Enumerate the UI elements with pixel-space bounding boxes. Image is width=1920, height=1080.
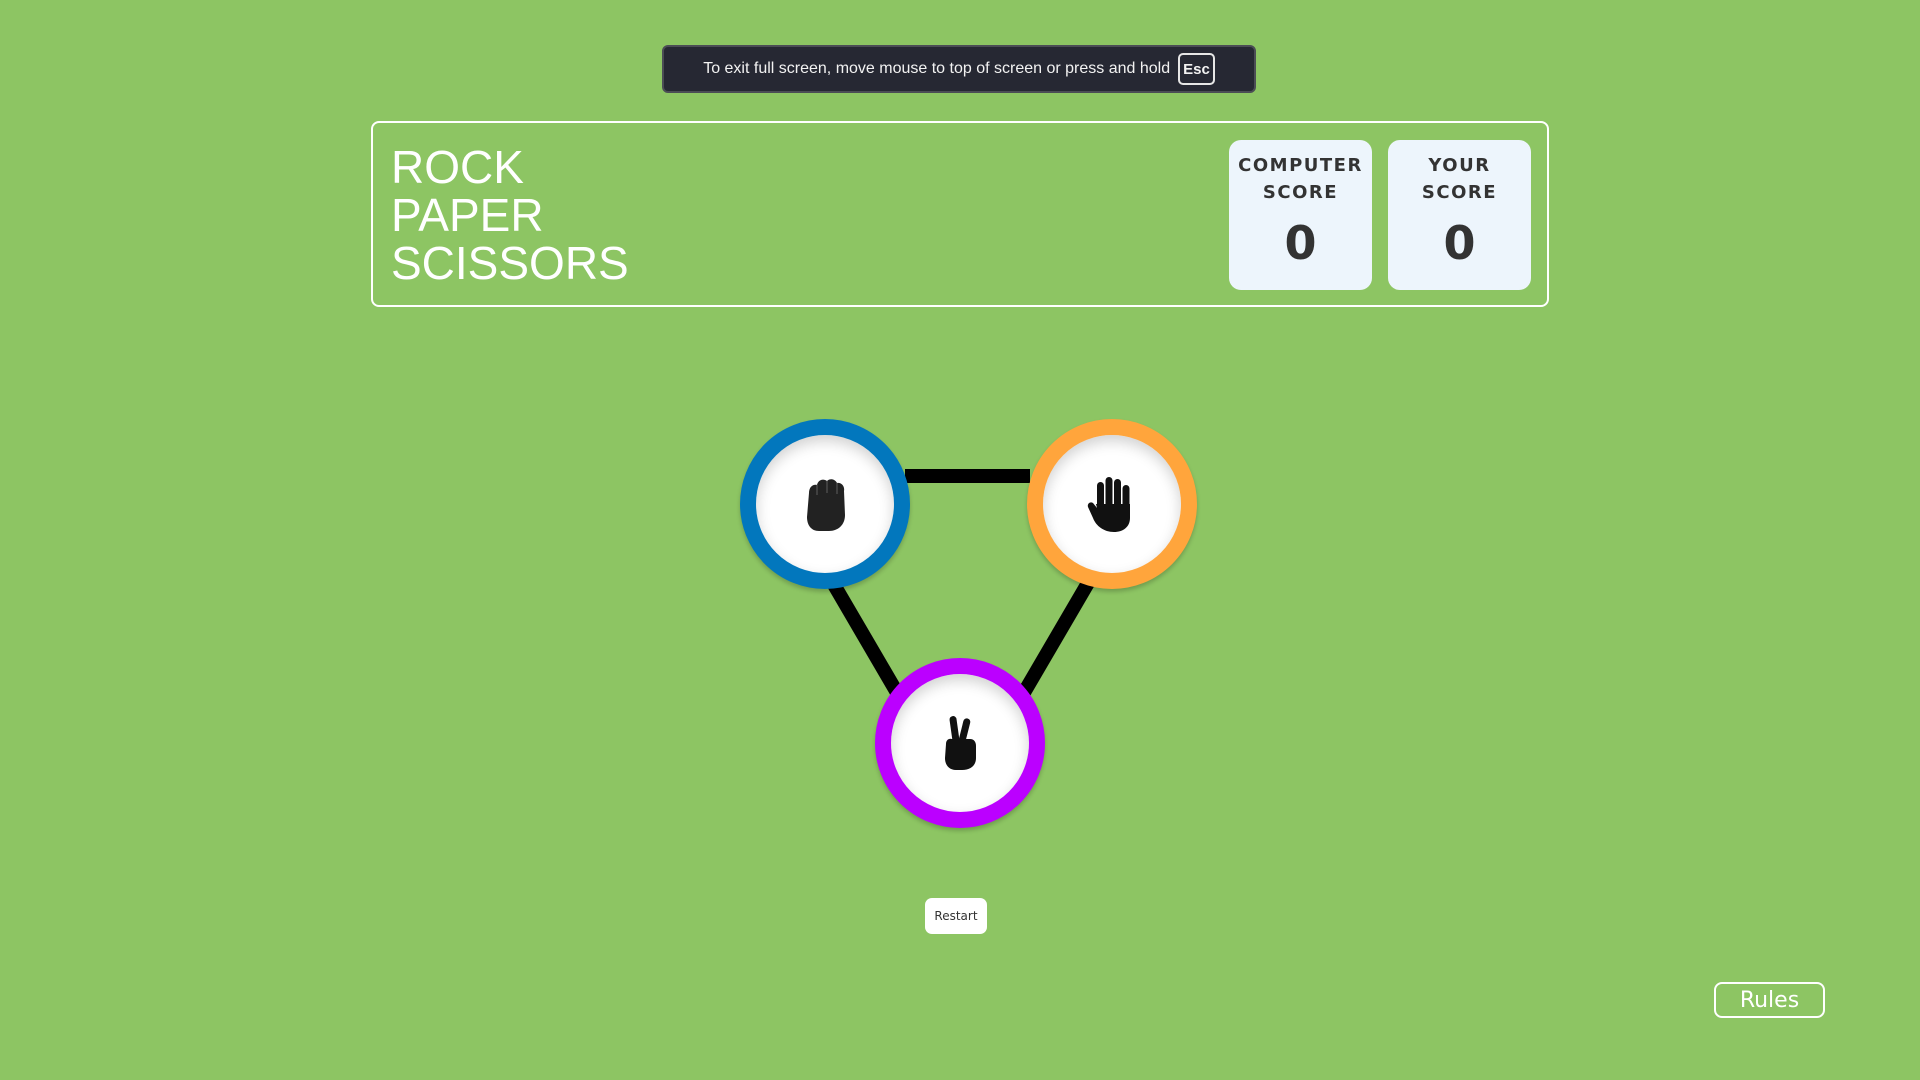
computer-score-label-line2: SCORE <box>1262 182 1339 203</box>
scissors-choice-button[interactable] <box>875 658 1045 828</box>
esc-key-badge: Esc <box>1178 53 1215 85</box>
computer-score-label-line1: COMPUTER <box>1238 155 1363 176</box>
rock-choice-button[interactable] <box>740 419 910 589</box>
restart-button[interactable]: Restart <box>925 898 987 934</box>
your-score-label-line2: SCORE <box>1421 182 1498 203</box>
game-title: ROCK PAPER SCISSORS <box>391 143 629 287</box>
connector-paper-scissors <box>1015 579 1095 700</box>
computer-score-card: COMPUTER SCORE 0 <box>1229 140 1372 290</box>
open-hand-icon <box>1084 474 1140 534</box>
peace-hand-icon <box>932 713 988 773</box>
scoreboard-header: ROCK PAPER SCISSORS COMPUTER SCORE 0 YOU… <box>371 121 1549 307</box>
computer-score-label: COMPUTER SCORE <box>1229 152 1372 206</box>
connector-rock-scissors <box>826 579 906 700</box>
rules-button[interactable]: Rules <box>1714 982 1825 1018</box>
fullscreen-notice: To exit full screen, move mouse to top o… <box>662 45 1256 93</box>
your-score-value: 0 <box>1443 216 1476 270</box>
computer-score-value: 0 <box>1284 216 1317 270</box>
fist-icon <box>797 474 853 534</box>
title-line-rock: ROCK <box>391 141 524 193</box>
title-line-scissors: SCISSORS <box>391 237 629 289</box>
game-screen: To exit full screen, move mouse to top o… <box>0 0 1920 1080</box>
fullscreen-notice-text: To exit full screen, move mouse to top o… <box>703 60 1171 77</box>
title-line-paper: PAPER <box>391 189 544 241</box>
your-score-label: YOUR SCORE <box>1388 152 1531 206</box>
paper-choice-button[interactable] <box>1027 419 1197 589</box>
your-score-label-line1: YOUR <box>1428 155 1491 176</box>
your-score-card: YOUR SCORE 0 <box>1388 140 1531 290</box>
